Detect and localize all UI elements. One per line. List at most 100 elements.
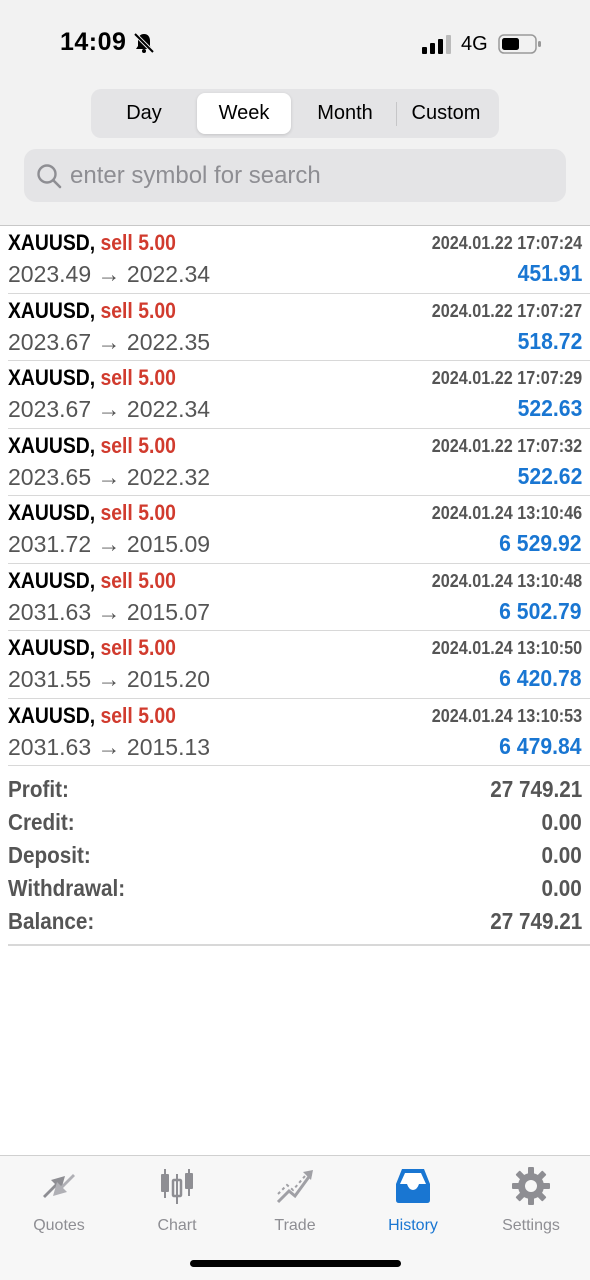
deals-list: XAUUSD, sell 5.00 2024.01.22 17:07:24 20… [0,226,590,766]
deal-type: sell 5.00 [100,702,176,728]
deal-time: 2024.01.22 17:07:24 [431,233,582,253]
deal-type: sell 5.00 [100,567,176,593]
deal-profit: 518.72 [517,327,582,354]
deal-time: 2024.01.22 17:07:32 [431,435,582,456]
deal-row[interactable]: XAUUSD, sell 5.00 2024.01.24 13:10:46 20… [0,496,590,564]
deal-profit: 522.63 [517,395,582,421]
tab-label: Quotes [33,1217,85,1234]
tab-chart[interactable]: Chart [118,1164,236,1244]
summary-value: 27 749.21 [489,908,582,934]
deal-time: 2024.01.22 17:07:29 [431,368,582,388]
tab-day[interactable]: Day [95,93,193,134]
history-icon [396,1169,430,1203]
quotes-icon [43,1174,75,1198]
deal-prices: 2023.67 → 2022.35 [8,328,211,355]
deal-prices: 2023.65 → 2022.32 [8,463,211,490]
deal-symbol: XAUUSD, [8,567,96,593]
tab-trade[interactable]: Trade [236,1164,354,1244]
bell-muted-icon [133,32,155,54]
deal-time: 2024.01.24 13:10:48 [431,570,582,591]
tab-label: History [388,1217,438,1234]
summary-row-balance: Balance: 27 749.21 [0,904,590,937]
signal-icon [422,35,451,54]
deal-symbol-line: XAUUSD, sell 5.00 [8,230,176,256]
deal-row[interactable]: XAUUSD, sell 5.00 2024.01.24 13:10:48 20… [0,564,590,632]
deal-type: sell 5.00 [100,432,176,458]
tab-label: Trade [274,1217,316,1234]
summary-row-deposit: Deposit: 0.00 [0,838,590,871]
deal-symbol-line: XAUUSD, sell 5.00 [8,635,176,661]
deal-symbol-line: XAUUSD, sell 5.00 [8,568,176,594]
deal-row[interactable]: XAUUSD, sell 5.00 2024.01.22 17:07:29 20… [0,361,590,429]
period-selector: Day Week Month Custom [91,89,499,138]
tab-history[interactable]: History [354,1164,472,1244]
deal-prices: 2031.63 → 2015.13 [8,733,211,760]
summary-label: Balance: [8,908,95,934]
deal-type: sell 5.00 [100,297,176,323]
trade-icon [276,1170,313,1204]
tab-week[interactable]: Week [197,93,291,134]
deal-prices: 2023.67 → 2022.34 [8,396,211,422]
deal-symbol: XAUUSD, [8,297,96,323]
status-time: 14:09 [60,28,127,56]
deal-symbol-line: XAUUSD, sell 5.00 [8,703,176,729]
battery-icon [498,34,541,54]
deal-row[interactable]: XAUUSD, sell 5.00 2024.01.22 17:07:32 20… [0,429,590,497]
deal-row[interactable]: XAUUSD, sell 5.00 2024.01.22 17:07:24 20… [0,226,590,294]
tab-custom[interactable]: Custom [397,93,495,134]
deal-symbol: XAUUSD, [8,500,96,525]
network-label: 4G [461,33,488,55]
summary-label: Withdrawal: [8,875,126,901]
summary-label: Deposit: [8,842,91,868]
deal-profit: 6 420.78 [499,665,582,691]
summary-value: 27 749.21 [489,776,582,802]
search-icon [37,164,62,189]
tab-settings[interactable]: Settings [472,1164,590,1244]
status-bar: 14:09 4G [0,0,590,80]
summary-label: Credit: [8,809,75,835]
summary-value: 0.00 [541,875,582,901]
tab-label: Settings [502,1217,560,1234]
deal-symbol: XAUUSD, [8,365,96,390]
deal-profit: 6 502.79 [499,597,582,624]
deal-prices: 2031.72 → 2015.09 [8,531,211,557]
deal-prices: 2031.63 → 2015.07 [8,598,211,625]
deal-symbol: XAUUSD, [8,230,96,255]
search-input[interactable] [70,157,550,194]
search-bar[interactable] [24,149,566,202]
deal-symbol-line: XAUUSD, sell 5.00 [8,433,176,459]
tab-month[interactable]: Month [295,93,395,134]
summary-row-credit: Credit: 0.00 [0,805,590,838]
deal-profit: 451.91 [517,260,582,286]
deal-profit: 6 529.92 [499,530,582,556]
account-summary: Profit: 27 749.21 Credit: 0.00 Deposit: … [0,772,590,937]
deal-symbol: XAUUSD, [8,432,96,458]
home-indicator [190,1260,401,1267]
deal-type: sell 5.00 [100,635,176,660]
tab-quotes[interactable]: Quotes [0,1164,118,1244]
deal-row[interactable]: XAUUSD, sell 5.00 2024.01.24 13:10:50 20… [0,631,590,699]
deal-symbol-line: XAUUSD, sell 5.00 [8,298,176,324]
deal-symbol-line: XAUUSD, sell 5.00 [8,365,176,391]
deal-type: sell 5.00 [100,500,176,525]
deal-symbol: XAUUSD, [8,702,96,728]
divider [8,944,590,946]
deal-time: 2024.01.24 13:10:46 [431,503,582,523]
summary-value: 0.00 [541,842,582,868]
deal-profit: 522.62 [517,462,582,489]
summary-label: Profit: [8,776,69,802]
settings-icon [512,1167,550,1205]
deal-profit: 6 479.84 [499,732,582,759]
deal-row[interactable]: XAUUSD, sell 5.00 2024.01.22 17:07:27 20… [0,294,590,362]
tab-label: Chart [157,1217,197,1234]
deal-symbol-line: XAUUSD, sell 5.00 [8,500,176,526]
deal-type: sell 5.00 [100,230,176,255]
deal-symbol: XAUUSD, [8,635,96,660]
chart-icon [161,1169,193,1204]
deal-type: sell 5.00 [100,365,176,390]
summary-value: 0.00 [541,809,582,835]
deal-row[interactable]: XAUUSD, sell 5.00 2024.01.24 13:10:53 20… [0,699,590,767]
deal-time: 2024.01.22 17:07:27 [431,300,582,321]
summary-row-profit: Profit: 27 749.21 [0,772,590,805]
deal-time: 2024.01.24 13:10:50 [431,638,582,658]
